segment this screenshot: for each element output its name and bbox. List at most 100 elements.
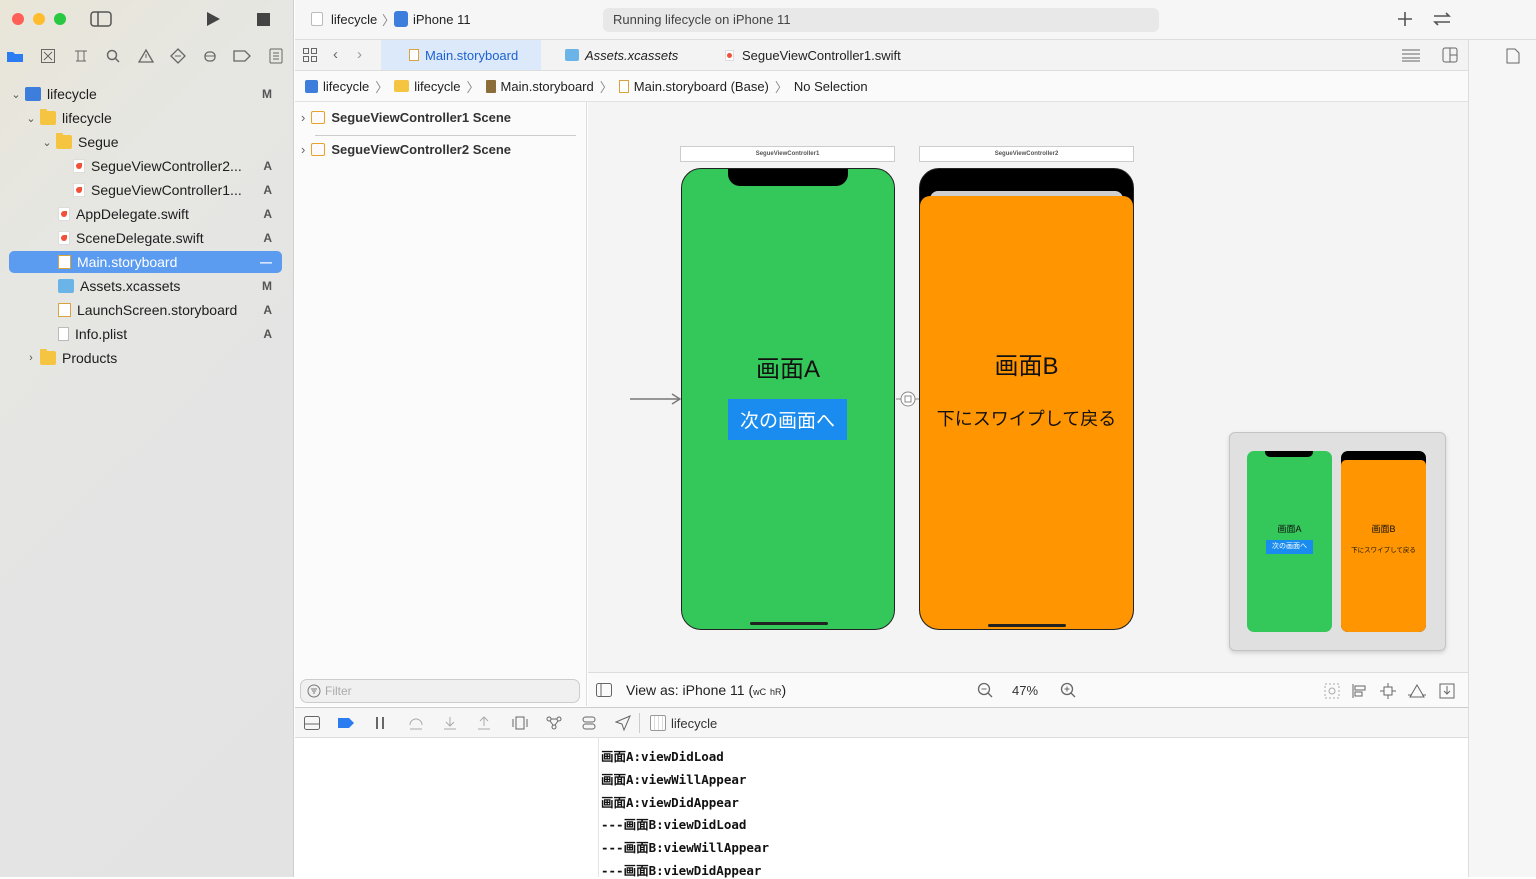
- view-as-device-button[interactable]: View as: iPhone 11 (wC hR): [626, 682, 786, 698]
- code-review-icon[interactable]: [1431, 10, 1453, 28]
- back-icon[interactable]: ‹: [333, 46, 338, 63]
- breadcrumb-project[interactable]: lifecycle: [305, 79, 369, 94]
- test-navigator-icon[interactable]: [168, 46, 188, 66]
- tab-assets[interactable]: Assets.xcassets: [565, 40, 715, 70]
- outline-filter-field[interactable]: Filter: [300, 679, 580, 703]
- breadcrumb-group[interactable]: lifecycle: [394, 79, 461, 94]
- next-screen-button[interactable]: 次の画面へ: [728, 399, 847, 440]
- add-library-icon[interactable]: [1396, 10, 1414, 28]
- zoom-window-button[interactable]: [54, 13, 66, 25]
- disclosure-open-icon[interactable]: ⌄: [24, 112, 38, 125]
- toggle-outline-icon[interactable]: [596, 683, 612, 697]
- console-split-divider[interactable]: [598, 738, 599, 877]
- align-icon[interactable]: [1352, 683, 1368, 699]
- debug-console[interactable]: 画面A:viewDidLoad 画面A:viewWillAppear 画面A:v…: [295, 738, 1468, 878]
- segue-connection-icon[interactable]: [896, 390, 920, 408]
- view-as-label: View as: iPhone 11 (: [626, 682, 754, 698]
- step-into-icon[interactable]: [443, 716, 457, 730]
- disclosure-open-icon[interactable]: ⌄: [9, 88, 23, 101]
- disclosure-closed-icon[interactable]: ›: [301, 110, 305, 125]
- tree-item-group-segue[interactable]: ⌄ Segue: [9, 131, 282, 153]
- scene-dock-vc1[interactable]: SegueViewController1: [680, 146, 895, 162]
- embed-in-icon[interactable]: [1439, 683, 1455, 699]
- step-over-icon[interactable]: [408, 716, 424, 730]
- filter-icon: [307, 684, 321, 698]
- update-frames-icon[interactable]: [1324, 683, 1340, 699]
- scm-status-badge: M: [262, 279, 272, 293]
- outline-scene-1[interactable]: › SegueViewController1 Scene: [301, 110, 511, 125]
- report-navigator-icon[interactable]: [266, 46, 286, 66]
- breadcrumb-base[interactable]: Main.storyboard (Base): [618, 78, 769, 94]
- related-items-icon[interactable]: [303, 48, 317, 62]
- zoom-in-icon[interactable]: [1060, 682, 1076, 698]
- pause-icon[interactable]: [374, 716, 386, 730]
- tree-item-file[interactable]: SegueViewController1... A: [9, 179, 282, 201]
- forward-icon[interactable]: ›: [357, 46, 362, 63]
- scene-icon: [311, 111, 326, 124]
- canvas-minimap[interactable]: 画面A 次の画面へ 画面B 下にスワイプして戻る: [1229, 432, 1446, 651]
- view-controller-b[interactable]: 画面B 下にスワイプして戻る: [919, 168, 1134, 630]
- editor-tab-bar: ‹ › Main.storyboard Assets.xcassets Segu…: [295, 40, 1468, 71]
- run-destination-selector[interactable]: iPhone 11: [413, 12, 471, 27]
- tree-item-file[interactable]: AppDelegate.swift A: [9, 203, 282, 225]
- home-indicator: [750, 622, 828, 625]
- environment-overrides-icon[interactable]: [581, 715, 597, 731]
- sidebar-toggle-icon[interactable]: [90, 10, 112, 28]
- tree-item-file-selected[interactable]: Main.storyboard —: [9, 251, 282, 273]
- storyboard-file-icon: [485, 79, 496, 93]
- tab-segue-vc1[interactable]: SegueViewController1.swift: [725, 40, 925, 70]
- split-editor-icon[interactable]: [1442, 47, 1458, 63]
- breadcrumb-file[interactable]: Main.storyboard: [485, 78, 594, 94]
- tree-item-file[interactable]: Info.plist A: [9, 323, 282, 345]
- view-debugger-icon[interactable]: [512, 715, 528, 731]
- breakpoint-navigator-icon[interactable]: [232, 46, 252, 66]
- breadcrumb-label: Main.storyboard: [500, 78, 594, 94]
- breakpoints-toggle-icon[interactable]: [337, 717, 355, 729]
- tree-item-file[interactable]: LaunchScreen.storyboard A: [9, 299, 282, 321]
- file-inspector-icon[interactable]: [1506, 48, 1520, 64]
- editor-options-icon[interactable]: [1401, 48, 1421, 62]
- folder-icon: [40, 109, 56, 125]
- storyboard-canvas[interactable]: SegueViewController1 SegueViewController…: [588, 102, 1468, 672]
- disclosure-open-icon[interactable]: ⌄: [40, 136, 54, 149]
- document-outline: › SegueViewController1 Scene › SegueView…: [295, 102, 587, 706]
- scheme-selector[interactable]: lifecycle: [331, 12, 377, 27]
- entry-point-arrow-icon[interactable]: [630, 392, 682, 406]
- tree-item-file[interactable]: SegueViewController2... A: [9, 155, 282, 177]
- add-constraints-icon[interactable]: [1380, 683, 1396, 699]
- stop-button[interactable]: [257, 13, 270, 26]
- outline-scene-2[interactable]: › SegueViewController2 Scene: [301, 142, 511, 157]
- debug-target-label[interactable]: lifecycle: [671, 716, 717, 731]
- memory-graph-icon[interactable]: [546, 715, 562, 731]
- find-navigator-icon[interactable]: [103, 46, 123, 66]
- breadcrumb-label: Main.storyboard (Base): [633, 78, 769, 94]
- project-navigator-icon[interactable]: [5, 46, 25, 66]
- run-button[interactable]: [205, 11, 221, 27]
- step-out-icon[interactable]: [477, 716, 491, 730]
- issue-navigator-icon[interactable]: [136, 46, 156, 66]
- hide-debug-area-icon[interactable]: [304, 716, 320, 730]
- canvas-bottom-bar: View as: iPhone 11 (wC hR) 47%: [588, 672, 1468, 707]
- tree-item-label: lifecycle: [62, 110, 112, 126]
- tab-main-storyboard[interactable]: Main.storyboard: [381, 40, 541, 70]
- symbol-navigator-icon[interactable]: [71, 46, 91, 66]
- height-size-class: hR: [770, 687, 782, 697]
- tree-item-file[interactable]: SceneDelegate.swift A: [9, 227, 282, 249]
- minimize-window-button[interactable]: [33, 13, 45, 25]
- tree-item-group-lifecycle[interactable]: ⌄ lifecycle: [9, 107, 282, 129]
- tree-item-group-products[interactable]: › Products: [9, 347, 282, 369]
- scene-dock-vc2[interactable]: SegueViewController2: [919, 146, 1134, 162]
- view-controller-a[interactable]: 画面A 次の画面へ: [681, 168, 895, 630]
- resolve-autolayout-icon[interactable]: [1408, 683, 1426, 699]
- tree-item-file[interactable]: Assets.xcassets M: [9, 275, 282, 297]
- disclosure-closed-icon[interactable]: ›: [301, 142, 305, 157]
- breadcrumb-selection[interactable]: No Selection: [794, 79, 868, 94]
- simulate-location-icon[interactable]: [615, 715, 631, 731]
- disclosure-closed-icon[interactable]: ›: [24, 352, 38, 364]
- debug-navigator-icon[interactable]: [200, 46, 220, 66]
- filter-placeholder: Filter: [325, 684, 352, 698]
- close-window-button[interactable]: [12, 13, 24, 25]
- source-control-icon[interactable]: [38, 46, 58, 66]
- zoom-out-icon[interactable]: [977, 682, 993, 698]
- tree-item-project[interactable]: ⌄ lifecycle M: [9, 83, 282, 105]
